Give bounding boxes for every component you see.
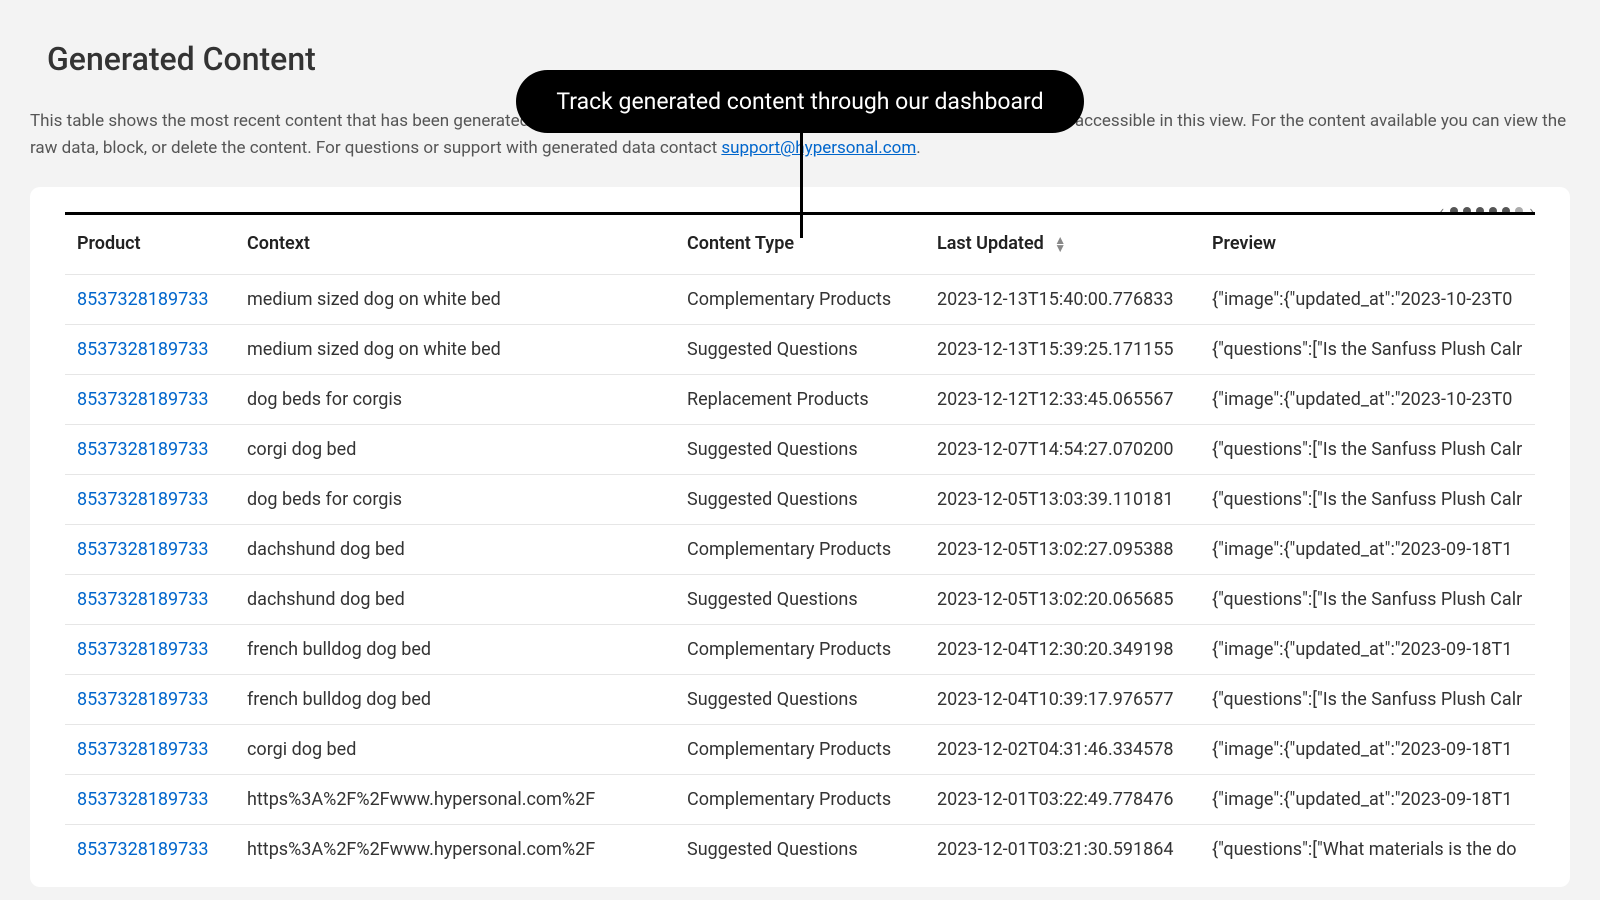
cell-last-updated: 2023-12-05T13:03:39.110181 xyxy=(925,475,1200,525)
table-row: 8537328189733 dog beds for corgisSuggeste… xyxy=(65,475,1535,525)
table-row: 8537328189733 dog beds for corgisReplacem… xyxy=(65,375,1535,425)
cell-preview: {"image":{"updated_at":"2023-09-18T1 xyxy=(1200,725,1535,775)
cell-preview: {"image":{"updated_at":"2023-09-18T1 xyxy=(1200,625,1535,675)
product-link[interactable]: 8537328189733 xyxy=(77,489,209,510)
cell-preview: {"questions":["Is the Sanfuss Plush Calr xyxy=(1200,575,1535,625)
cell-product: 8537328189733 xyxy=(65,475,235,525)
cell-last-updated: 2023-12-01T03:22:49.778476 xyxy=(925,775,1200,825)
cell-last-updated: 2023-12-02T04:31:46.334578 xyxy=(925,725,1200,775)
product-link[interactable]: 8537328189733 xyxy=(77,789,209,810)
cell-content-type: Complementary Products xyxy=(675,775,925,825)
cell-context: french bulldog dog bed xyxy=(235,675,675,725)
cell-content-type: Complementary Products xyxy=(675,725,925,775)
product-link[interactable]: 8537328189733 xyxy=(77,839,209,860)
product-link[interactable]: 8537328189733 xyxy=(77,739,209,760)
cell-product: 8537328189733 xyxy=(65,325,235,375)
col-header-last-updated[interactable]: Last Updated xyxy=(925,215,1200,275)
cell-content-type: Complementary Products xyxy=(675,275,925,325)
col-header-content-type[interactable]: Content Type xyxy=(675,215,925,275)
cell-context: https%3A%2F%2Fwww.hypersonal.com%2F xyxy=(235,825,675,875)
col-header-context[interactable]: Context xyxy=(235,215,675,275)
cell-context: corgi dog bed xyxy=(235,725,675,775)
cell-content-type: Suggested Questions xyxy=(675,825,925,875)
cell-content-type: Suggested Questions xyxy=(675,675,925,725)
cell-product: 8537328189733 xyxy=(65,275,235,325)
cell-product: 8537328189733 xyxy=(65,825,235,875)
product-link[interactable]: 8537328189733 xyxy=(77,289,209,310)
cell-preview: {"questions":["Is the Sanfuss Plush Calr xyxy=(1200,425,1535,475)
cell-preview: {"image":{"updated_at":"2023-09-18T1 xyxy=(1200,775,1535,825)
cell-content-type: Suggested Questions xyxy=(675,325,925,375)
cell-context: dachshund dog bed xyxy=(235,525,675,575)
cell-preview: {"questions":["Is the Sanfuss Plush Calr xyxy=(1200,475,1535,525)
content-table-card: ‹ › Product Context Con xyxy=(30,187,1570,887)
cell-preview: {"image":{"updated_at":"2023-10-23T0 xyxy=(1200,375,1535,425)
product-link[interactable]: 8537328189733 xyxy=(77,639,209,660)
table-row: 8537328189733 https%3A%2F%2Fwww.hypersona… xyxy=(65,775,1535,825)
product-link[interactable]: 8537328189733 xyxy=(77,589,209,610)
cell-content-type: Suggested Questions xyxy=(675,425,925,475)
table-row: 8537328189733 https%3A%2F%2Fwww.hypersona… xyxy=(65,825,1535,875)
sort-indicator-icon xyxy=(1054,237,1066,251)
table-row: 8537328189733 corgi dog bedComplementary … xyxy=(65,725,1535,775)
cell-context: corgi dog bed xyxy=(235,425,675,475)
cell-product: 8537328189733 xyxy=(65,525,235,575)
cell-context: dog beds for corgis xyxy=(235,475,675,525)
cell-product: 8537328189733 xyxy=(65,775,235,825)
col-header-last-updated-label: Last Updated xyxy=(937,233,1044,254)
page-description: This table shows the most recent content… xyxy=(30,108,1570,162)
table-row: 8537328189733 dachshund dog bedComplement… xyxy=(65,525,1535,575)
page-title: Generated Content xyxy=(47,40,1570,78)
cell-last-updated: 2023-12-13T15:40:00.776833 xyxy=(925,275,1200,325)
generated-content-table: Product Context Content Type Last Update… xyxy=(65,215,1535,874)
cell-product: 8537328189733 xyxy=(65,425,235,475)
cell-preview: {"image":{"updated_at":"2023-09-18T1 xyxy=(1200,525,1535,575)
cell-context: medium sized dog on white bed xyxy=(235,275,675,325)
cell-last-updated: 2023-12-07T14:54:27.070200 xyxy=(925,425,1200,475)
table-row: 8537328189733 medium sized dog on white b… xyxy=(65,325,1535,375)
cell-last-updated: 2023-12-12T12:33:45.065567 xyxy=(925,375,1200,425)
cell-context: dachshund dog bed xyxy=(235,575,675,625)
table-row: 8537328189733 medium sized dog on white b… xyxy=(65,275,1535,325)
cell-content-type: Suggested Questions xyxy=(675,475,925,525)
product-link[interactable]: 8537328189733 xyxy=(77,439,209,460)
table-row: 8537328189733 corgi dog bedSuggested Ques… xyxy=(65,425,1535,475)
cell-last-updated: 2023-12-13T15:39:25.171155 xyxy=(925,325,1200,375)
product-link[interactable]: 8537328189733 xyxy=(77,339,209,360)
cell-product: 8537328189733 xyxy=(65,575,235,625)
cell-last-updated: 2023-12-04T10:39:17.976577 xyxy=(925,675,1200,725)
cell-context: dog beds for corgis xyxy=(235,375,675,425)
col-header-preview[interactable]: Preview xyxy=(1200,215,1535,275)
cell-context: medium sized dog on white bed xyxy=(235,325,675,375)
cell-last-updated: 2023-12-05T13:02:27.095388 xyxy=(925,525,1200,575)
table-row: 8537328189733 dachshund dog bedSuggested … xyxy=(65,575,1535,625)
col-header-product[interactable]: Product xyxy=(65,215,235,275)
table-row: 8537328189733 french bulldog dog bedCompl… xyxy=(65,625,1535,675)
support-email-link[interactable]: support@hypersonal.com xyxy=(721,138,916,158)
product-link[interactable]: 8537328189733 xyxy=(77,539,209,560)
cell-context: https%3A%2F%2Fwww.hypersonal.com%2F xyxy=(235,775,675,825)
description-text-post: . xyxy=(916,138,920,158)
cell-product: 8537328189733 xyxy=(65,725,235,775)
cell-product: 8537328189733 xyxy=(65,675,235,725)
cell-content-type: Suggested Questions xyxy=(675,575,925,625)
cell-product: 8537328189733 xyxy=(65,625,235,675)
cell-product: 8537328189733 xyxy=(65,375,235,425)
table-row: 8537328189733 french bulldog dog bedSugge… xyxy=(65,675,1535,725)
cell-content-type: Complementary Products xyxy=(675,525,925,575)
cell-context: french bulldog dog bed xyxy=(235,625,675,675)
cell-content-type: Replacement Products xyxy=(675,375,925,425)
product-link[interactable]: 8537328189733 xyxy=(77,689,209,710)
cell-preview: {"questions":["What materials is the do xyxy=(1200,825,1535,875)
cell-preview: {"questions":["Is the Sanfuss Plush Calr xyxy=(1200,325,1535,375)
cell-last-updated: 2023-12-05T13:02:20.065685 xyxy=(925,575,1200,625)
cell-preview: {"questions":["Is the Sanfuss Plush Calr xyxy=(1200,675,1535,725)
cell-last-updated: 2023-12-04T12:30:20.349198 xyxy=(925,625,1200,675)
product-link[interactable]: 8537328189733 xyxy=(77,389,209,410)
cell-preview: {"image":{"updated_at":"2023-10-23T0 xyxy=(1200,275,1535,325)
cell-last-updated: 2023-12-01T03:21:30.591864 xyxy=(925,825,1200,875)
cell-content-type: Complementary Products xyxy=(675,625,925,675)
